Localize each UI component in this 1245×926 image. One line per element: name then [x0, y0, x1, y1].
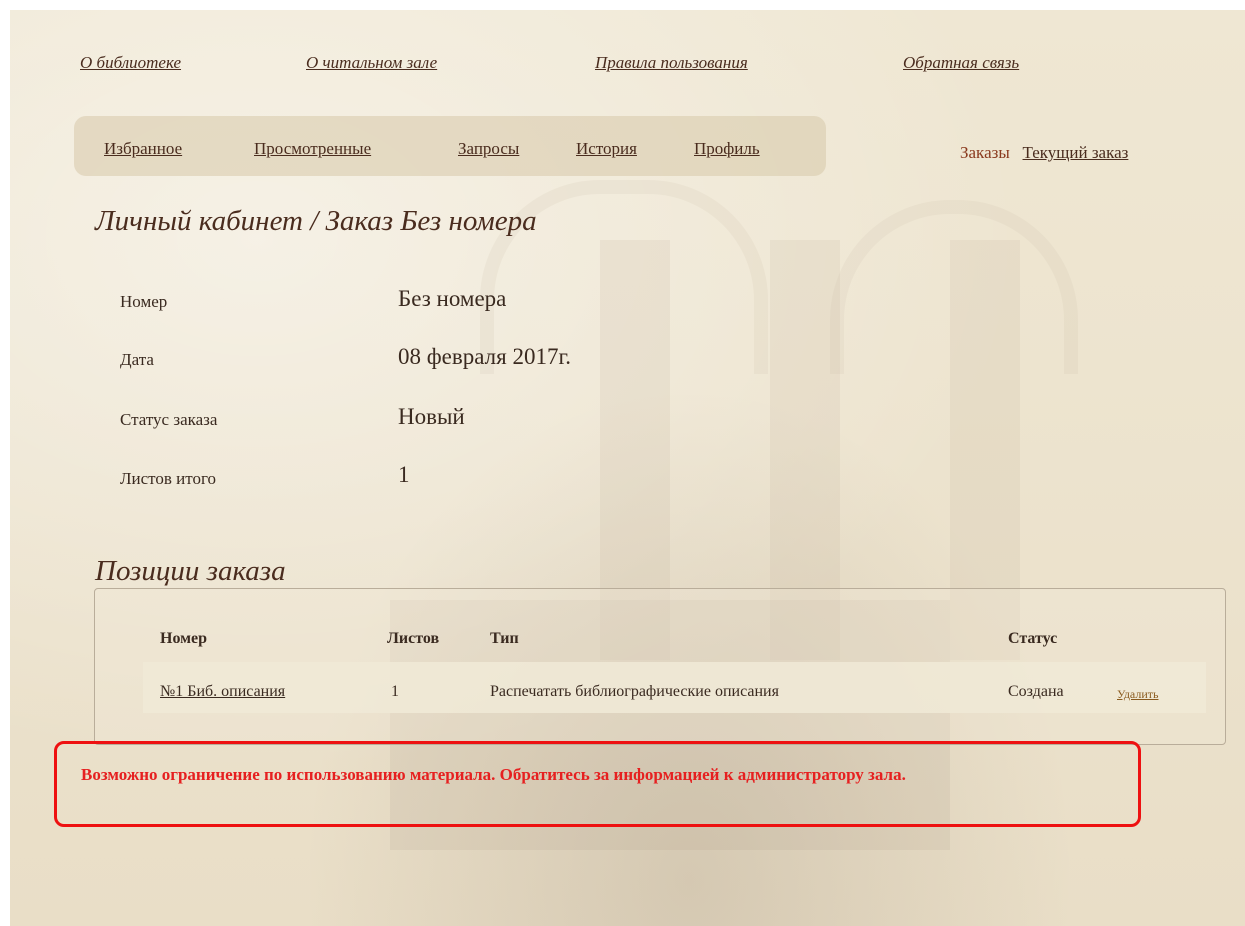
warning-box: Возможно ограничение по использованию ма… [54, 741, 1141, 827]
position-type-cell: Распечатать библиографические описания [490, 683, 779, 700]
tab-favorites[interactable]: Избранное [104, 139, 182, 159]
nav-about-reading-room-link[interactable]: О читальном зале [306, 53, 437, 73]
order-date-value: 08 февраля 2017г. [398, 344, 572, 369]
column-header-sheets: Листов [387, 630, 440, 647]
tab-requests[interactable]: Запросы [458, 139, 519, 159]
column-header-type: Тип [490, 630, 519, 647]
position-number-cell: №1 Биб. описания [160, 683, 285, 701]
tab-profile[interactable]: Профиль [694, 139, 760, 159]
nav-feedback-link[interactable]: Обратная связь [903, 53, 1019, 73]
nav-about-library-link[interactable]: О библиотеке [80, 53, 181, 73]
background-arch [830, 200, 1078, 374]
order-number-label: Номер [120, 292, 168, 311]
cabinet-navigation: Избранное Просмотренные Запросы История … [74, 116, 826, 176]
column-header-number: Номер [160, 630, 208, 647]
warning-message: Возможно ограничение по использованию ма… [81, 765, 906, 784]
tab-history[interactable]: История [576, 139, 637, 159]
position-status-cell: Создана [1008, 683, 1064, 700]
page-title: Личный кабинет / Заказ Без номера [95, 205, 537, 237]
order-status-label: Статус заказа [120, 410, 218, 429]
orders-navigation: Заказы Текущий заказ [960, 143, 1128, 163]
order-date-label: Дата [120, 350, 154, 369]
order-number-value: Без номера [398, 286, 507, 311]
orders-label: Заказы [960, 143, 1010, 162]
total-sheets-value: 1 [398, 462, 410, 487]
order-status-value: Новый [398, 404, 465, 429]
tab-viewed[interactable]: Просмотренные [254, 139, 371, 159]
position-number-link[interactable]: №1 Биб. описания [160, 683, 285, 700]
top-navigation: О библиотеке О читальном зале Правила по… [80, 53, 1080, 77]
positions-title: Позиции заказа [95, 555, 286, 587]
positions-table: Номер Листов Тип Статус №1 Биб. описания… [94, 588, 1226, 745]
nav-usage-rules-link[interactable]: Правила пользования [595, 53, 748, 73]
total-sheets-label: Листов итого [120, 469, 217, 488]
delete-position-link[interactable]: Удалить [1117, 687, 1158, 702]
column-header-status: Статус [1008, 630, 1058, 647]
page-background: О библиотеке О читальном зале Правила по… [10, 10, 1245, 926]
current-order-link[interactable]: Текущий заказ [1023, 143, 1129, 162]
position-sheets-cell: 1 [391, 683, 399, 700]
